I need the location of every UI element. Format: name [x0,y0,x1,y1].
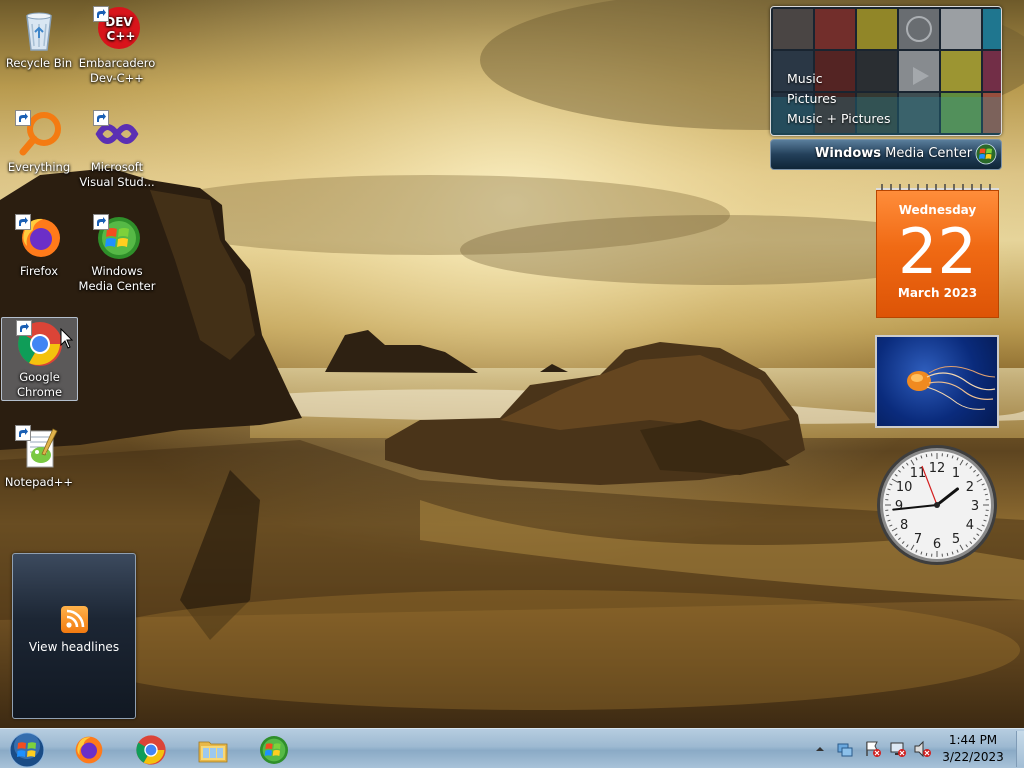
windows-media-center-icon [93,214,141,262]
desktop[interactable]: Recycle Bin DEV C++ Embarcadero Dev-C++ E… [0,0,1024,728]
clock-numeral: 11 [910,466,927,481]
desktop-icon-label: Google Chrome [16,370,63,399]
shortcut-arrow-icon [15,110,31,126]
clock-numeral: 8 [900,518,908,533]
taskbar-explorer-button[interactable] [186,731,240,767]
desktop-icon-visual-studio[interactable]: Microsoft Visual Stud... [78,110,156,190]
chrome-icon [136,735,166,765]
clock-tick [886,514,890,517]
windows-start-orb-icon [9,732,45,768]
clock-tick [946,552,949,556]
clock-numeral: 5 [952,532,960,547]
analog-clock: 12 12 3 45678 9 1011 [877,445,997,565]
media-menu-item[interactable]: Music + Pictures [787,109,891,129]
shortcut-arrow-icon [15,425,31,441]
shortcut-arrow-icon [93,6,109,22]
svg-text:C++: C++ [107,29,136,43]
clock-numeral: 7 [914,532,922,547]
taskbar-firefox-button[interactable] [62,731,116,767]
desktop-icon-label: Notepad++ [4,475,74,489]
tray-date: 3/22/2023 [942,750,1004,764]
dev-cpp-icon: DEV C++ [93,6,141,54]
feed-headlines-gadget[interactable]: View headlines [12,553,136,719]
firefox-icon [15,214,63,262]
desktop-icon-windows-media-center[interactable]: Windows Media Center [78,214,156,294]
clock-numeral: 1 [952,466,960,481]
media-center-gadget[interactable]: Music Pictures Music + Pictures [770,6,1002,136]
clock-numeral: 4 [966,518,974,533]
media-center-bar[interactable]: Windows Media Center [770,139,1002,170]
firefox-icon [75,736,103,764]
clock-tick [886,493,890,496]
chrome-icon [15,320,64,368]
desktop-icon-label: Firefox [19,264,59,278]
windows-media-center-icon [260,736,288,764]
rss-feed-icon [61,606,88,633]
calendar-month-year: March 2023 [897,286,978,300]
media-menu-item[interactable]: Pictures [787,89,891,109]
desktop-icon-notepad-plus-plus[interactable]: Notepad++ [0,425,78,490]
calendar-gadget[interactable]: Wednesday 22 March 2023 [876,182,999,318]
clock-numeral: 9 [895,499,903,514]
clock-tick [925,552,928,556]
clock-numeral: 12 [929,461,946,476]
clock-numeral: 10 [896,480,913,495]
desktop-icon-label: Recycle Bin [5,56,73,70]
show-hidden-icons-icon[interactable] [814,743,826,755]
svg-text:DEV: DEV [105,15,133,29]
media-center-bar-title: Windows Media Center [815,146,973,161]
taskbar-chrome-button[interactable] [124,731,178,767]
shortcut-arrow-icon [93,110,109,126]
view-headlines-label[interactable]: View headlines [13,640,135,654]
folder-icon [198,741,228,763]
show-desktop-button[interactable] [1016,731,1024,767]
media-menu: Music Pictures Music + Pictures [787,69,891,129]
calendar-day: 22 [898,215,977,288]
network-status-icon[interactable] [889,740,907,758]
mouse-cursor-icon [60,328,74,349]
desktop-icon-label: Microsoft Visual Stud... [79,160,155,189]
clock-tick [984,493,988,496]
action-center-icon[interactable] [864,740,882,758]
clock-numeral: 3 [971,499,979,514]
clock-tick [984,514,988,517]
volume-muted-icon[interactable] [913,740,931,758]
shortcut-arrow-icon [15,214,31,230]
tray-clock[interactable]: 1:44 PM 3/22/2023 [930,732,1016,766]
notepad-plus-plus-icon [15,425,63,473]
taskbar: 1:44 PM 3/22/2023 [0,728,1024,768]
desktop-icon-label: Everything [7,160,71,174]
desktop-icon-label: Windows Media Center [78,264,156,293]
desktop-icon-recycle-bin[interactable]: Recycle Bin [0,6,78,71]
taskbar-media-center-button[interactable] [247,731,301,767]
desktop-icon-label: Embarcadero Dev-C++ [78,56,156,85]
shortcut-arrow-icon [15,320,32,336]
windows-logo-icon [975,143,997,165]
clock-gadget[interactable]: 12 1 2 3 4 5 6 7 8 9 10 11 [875,443,999,567]
everything-search-icon [15,110,63,158]
calendar-page: Wednesday 22 March 2023 [876,190,999,318]
clock-tick [946,454,949,458]
desktop-icon-everything[interactable]: Everything [0,110,78,175]
media-menu-item[interactable]: Music [787,69,891,89]
jellyfish-photo [907,366,996,410]
tray-time: 1:44 PM [948,733,998,747]
shortcut-arrow-icon [93,214,109,230]
clock-numeral: 6 [933,537,941,552]
visual-studio-icon [93,110,141,158]
desktop-icon-dev-cpp[interactable]: DEV C++ Embarcadero Dev-C++ [78,6,156,86]
clock-numeral: 2 [966,480,974,495]
clock-tick [925,454,928,458]
desktop-icon-firefox[interactable]: Firefox [0,214,78,279]
start-button[interactable] [2,731,52,768]
recycle-bin-icon [15,6,63,54]
network-tray-icon[interactable] [836,740,854,758]
slideshow-gadget[interactable] [875,335,999,428]
